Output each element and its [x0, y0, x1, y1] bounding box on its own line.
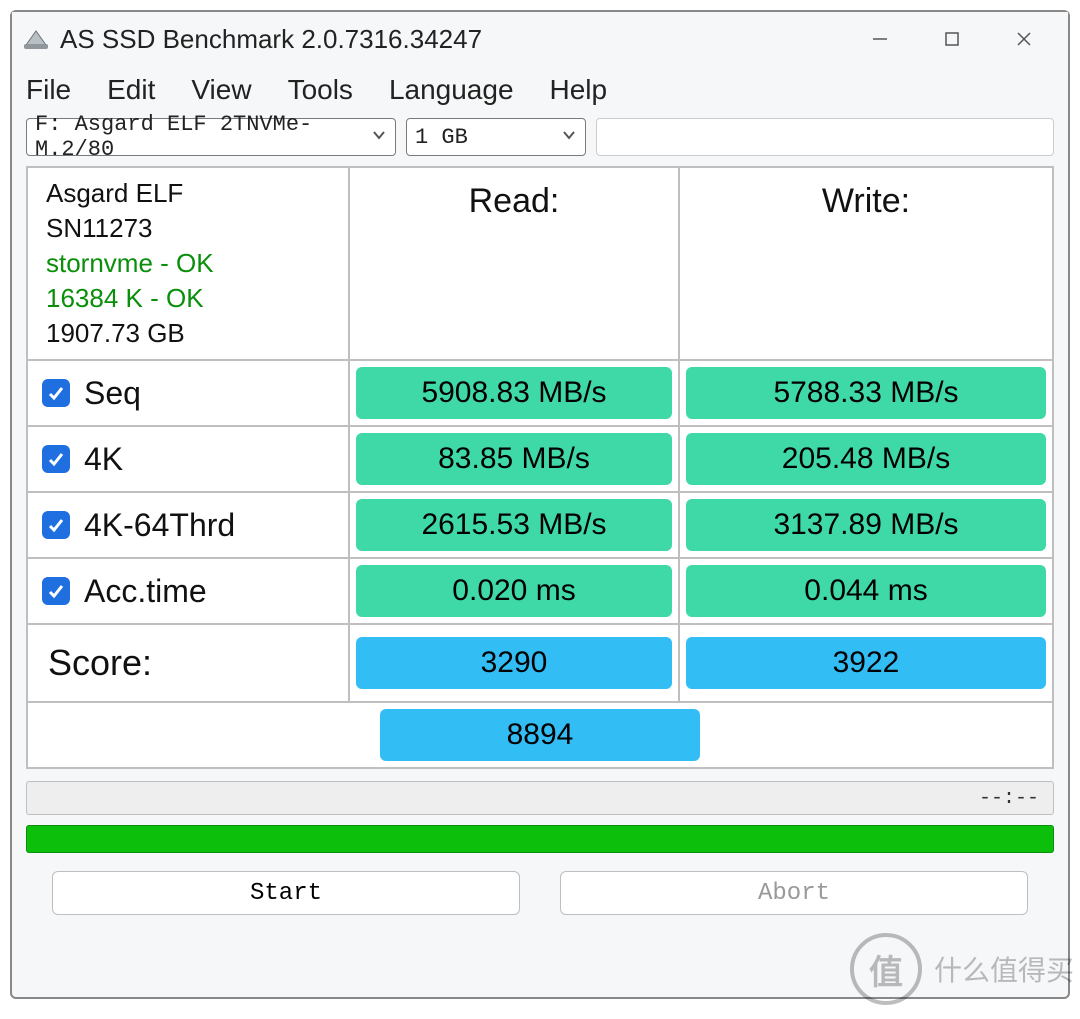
row-4k64-label: 4K-64Thrd — [84, 507, 235, 544]
row-acc: Acc.time 0.020 ms 0.044 ms — [28, 557, 1052, 623]
k4-64-write: 3137.89 MB/s — [686, 499, 1046, 551]
start-button[interactable]: Start — [52, 871, 520, 915]
progress-bar — [26, 825, 1054, 853]
close-button[interactable] — [988, 17, 1060, 61]
menubar: File Edit View Tools Language Help — [12, 66, 1068, 118]
ssd-icon — [20, 23, 52, 55]
acc-checkbox[interactable] — [42, 577, 70, 605]
menu-edit[interactable]: Edit — [107, 74, 155, 106]
row-acc-label-cell: Acc.time — [28, 559, 348, 623]
drive-capacity: 1907.73 GB — [46, 318, 185, 349]
score-total: 8894 — [380, 709, 700, 761]
menu-view[interactable]: View — [191, 74, 251, 106]
write-header: Write: — [678, 168, 1052, 359]
minimize-button[interactable] — [844, 17, 916, 61]
button-row: Start Abort — [12, 853, 1068, 935]
header-row: Asgard ELF SN11273 stornvme - OK 16384 K… — [28, 168, 1052, 359]
score-label: Score: — [28, 625, 348, 701]
window-buttons — [844, 17, 1060, 61]
drive-name: Asgard ELF — [46, 178, 183, 209]
titlebar: AS SSD Benchmark 2.0.7316.34247 — [12, 12, 1068, 66]
drive-serial: SN11273 — [46, 213, 153, 244]
app-window: AS SSD Benchmark 2.0.7316.34247 File Edi… — [10, 10, 1070, 999]
k4-64-checkbox[interactable] — [42, 511, 70, 539]
row-seq-label: Seq — [84, 375, 141, 412]
maximize-button[interactable] — [916, 17, 988, 61]
seq-checkbox[interactable] — [42, 379, 70, 407]
abort-button-label: Abort — [758, 880, 830, 907]
menu-help[interactable]: Help — [550, 74, 608, 106]
menu-tools[interactable]: Tools — [288, 74, 353, 106]
row-seq-label-cell: Seq — [28, 361, 348, 425]
status-text: --:-- — [979, 787, 1039, 810]
results-grid: Asgard ELF SN11273 stornvme - OK 16384 K… — [26, 166, 1054, 769]
drive-select[interactable]: F: Asgard ELF 2TNVMe-M.2/80 — [26, 118, 396, 156]
menu-file[interactable]: File — [26, 74, 71, 106]
row-4k64: 4K-64Thrd 2615.53 MB/s 3137.89 MB/s — [28, 491, 1052, 557]
chevron-down-icon — [371, 125, 387, 150]
read-header: Read: — [348, 168, 678, 359]
acc-read: 0.020 ms — [356, 565, 672, 617]
acc-write: 0.044 ms — [686, 565, 1046, 617]
row-4k64-label-cell: 4K-64Thrd — [28, 493, 348, 557]
row-4k: 4K 83.85 MB/s 205.48 MB/s — [28, 425, 1052, 491]
selector-row: F: Asgard ELF 2TNVMe-M.2/80 1 GB — [12, 118, 1068, 166]
k4-checkbox[interactable] — [42, 445, 70, 473]
chevron-down-icon — [561, 125, 577, 150]
row-4k-label-cell: 4K — [28, 427, 348, 491]
start-button-label: Start — [250, 880, 322, 907]
score-write: 3922 — [686, 637, 1046, 689]
score-read: 3290 — [356, 637, 672, 689]
drive-align: 16384 K - OK — [46, 283, 204, 314]
row-score-total: 8894 — [28, 701, 1052, 767]
row-acc-label: Acc.time — [84, 573, 207, 610]
menu-language[interactable]: Language — [389, 74, 514, 106]
row-4k-label: 4K — [84, 441, 123, 478]
test-size-value: 1 GB — [415, 125, 468, 150]
status-bar: --:-- — [26, 781, 1054, 815]
selector-spacer — [596, 118, 1054, 156]
drive-driver: stornvme - OK — [46, 248, 214, 279]
abort-button[interactable]: Abort — [560, 871, 1028, 915]
row-score: Score: 3290 3922 — [28, 623, 1052, 701]
seq-write: 5788.33 MB/s — [686, 367, 1046, 419]
results-grid-wrap: Asgard ELF SN11273 stornvme - OK 16384 K… — [12, 166, 1068, 769]
k4-read: 83.85 MB/s — [356, 433, 672, 485]
row-seq: Seq 5908.83 MB/s 5788.33 MB/s — [28, 359, 1052, 425]
test-size-select[interactable]: 1 GB — [406, 118, 586, 156]
drive-select-value: F: Asgard ELF 2TNVMe-M.2/80 — [35, 112, 371, 162]
window-title: AS SSD Benchmark 2.0.7316.34247 — [60, 24, 844, 55]
k4-write: 205.48 MB/s — [686, 433, 1046, 485]
seq-read: 5908.83 MB/s — [356, 367, 672, 419]
k4-64-read: 2615.53 MB/s — [356, 499, 672, 551]
drive-info: Asgard ELF SN11273 stornvme - OK 16384 K… — [28, 168, 348, 359]
